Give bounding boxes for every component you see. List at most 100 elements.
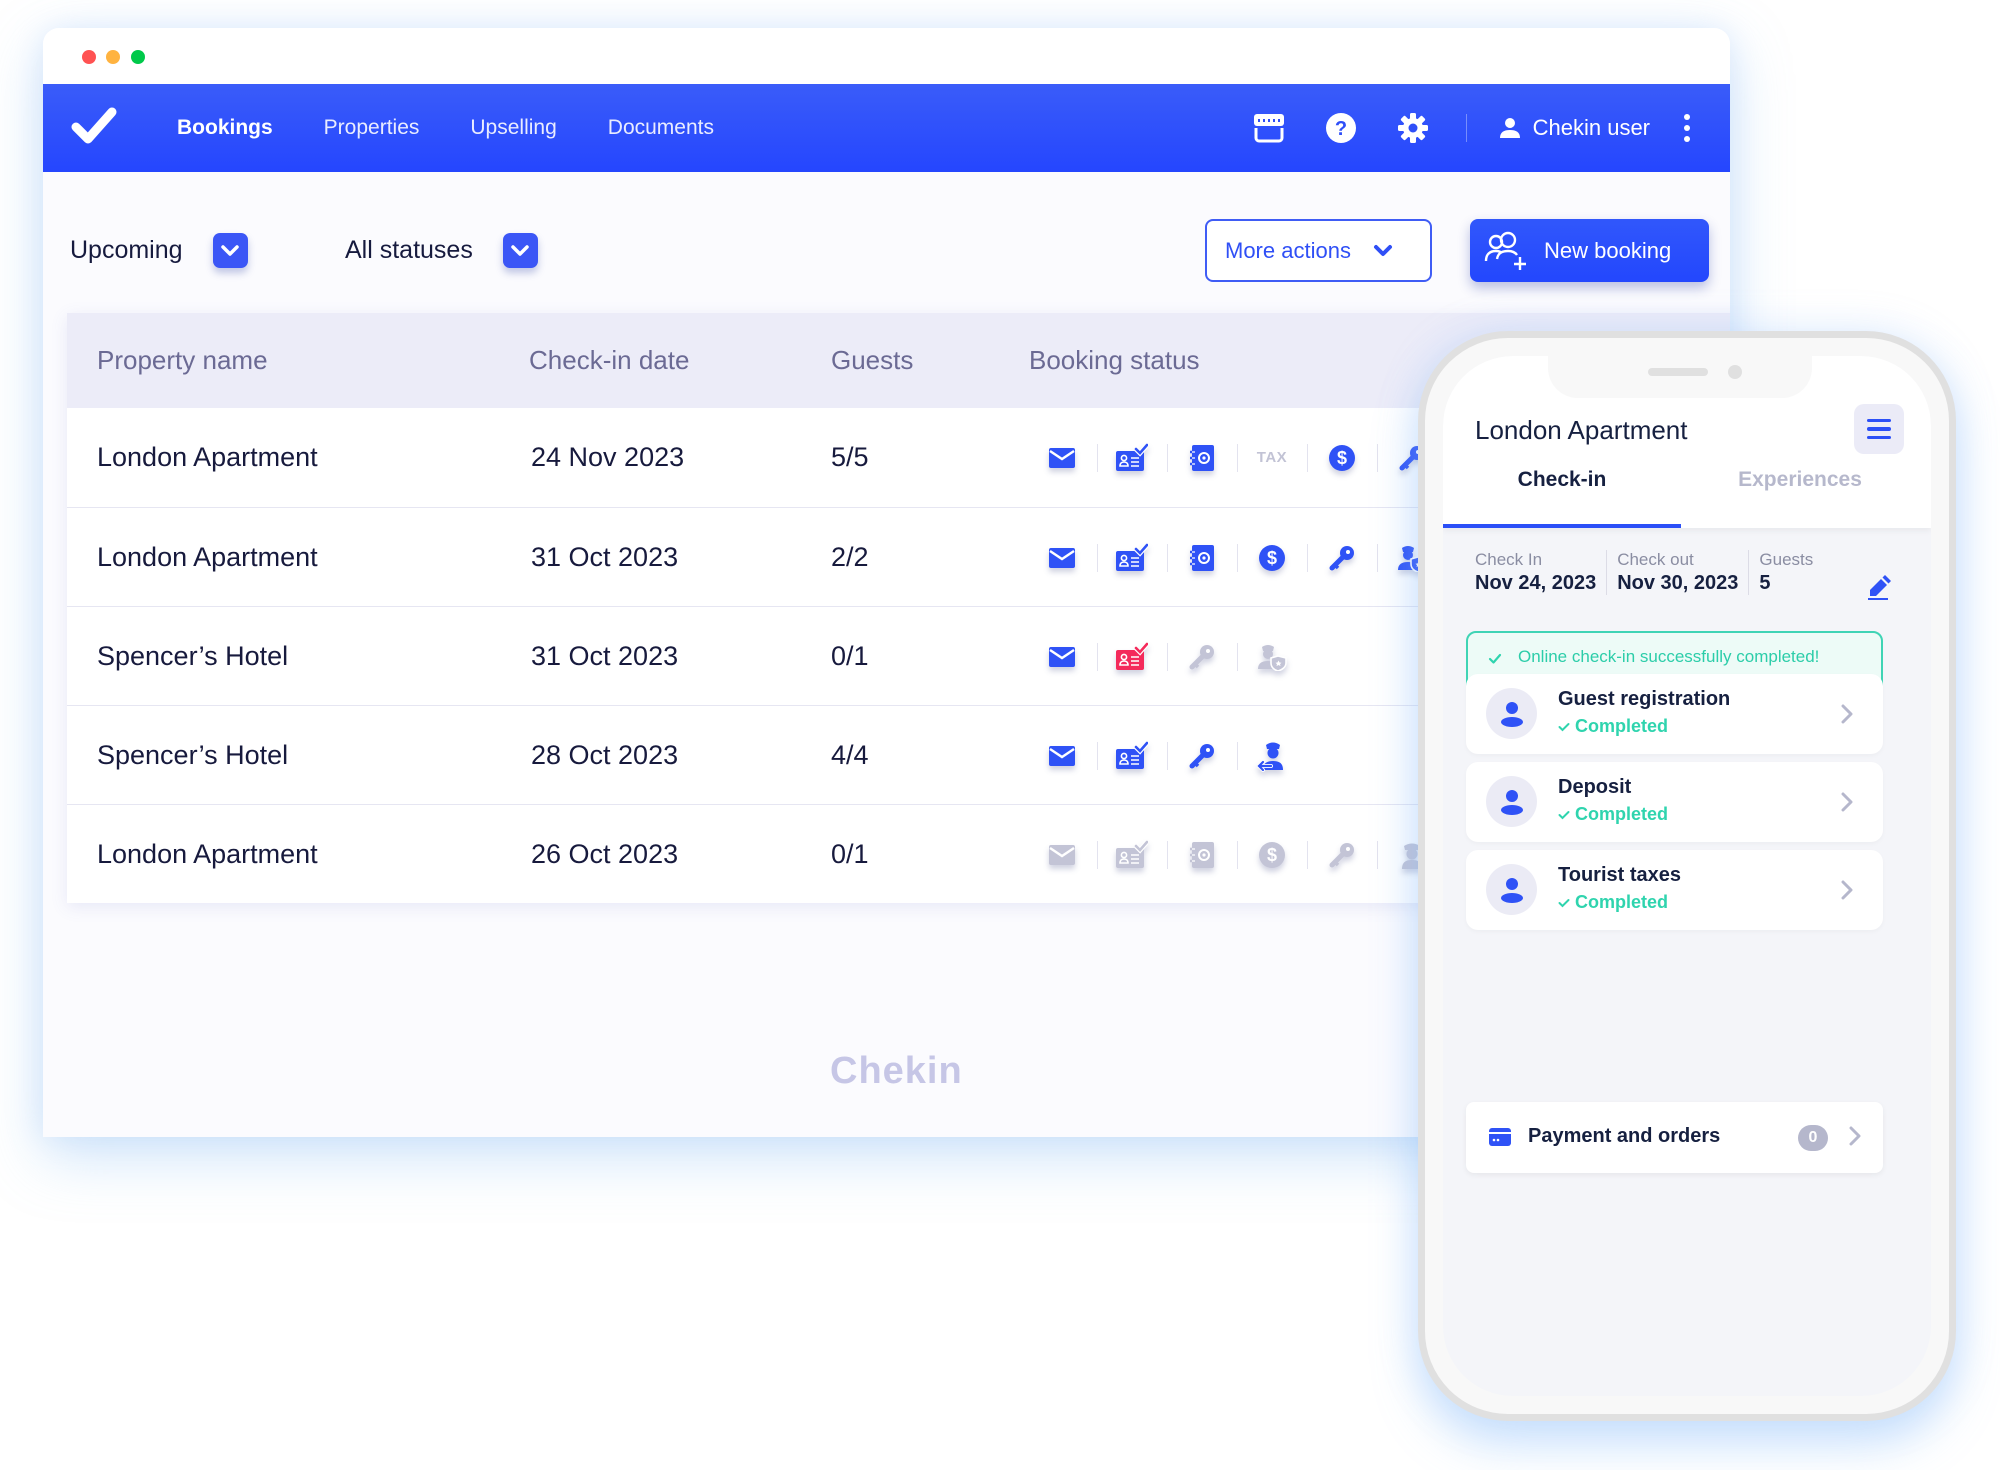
- nav-upselling[interactable]: Upselling: [470, 116, 556, 140]
- email-status-icon[interactable]: [1027, 736, 1097, 776]
- more-actions-button[interactable]: More actions: [1205, 219, 1432, 282]
- id-card-status-icon[interactable]: [1097, 538, 1167, 578]
- more-menu-icon[interactable]: [1684, 114, 1692, 142]
- avatar: [1486, 776, 1537, 827]
- column-header-checkin[interactable]: Check-in date: [529, 345, 689, 376]
- guests-label: Guests: [1759, 550, 1814, 569]
- id-card-status-icon[interactable]: [1097, 736, 1167, 776]
- tax-status-icon[interactable]: TAX: [1237, 438, 1307, 478]
- nav-properties[interactable]: Properties: [324, 116, 420, 140]
- safe-status-icon[interactable]: [1167, 538, 1237, 578]
- svg-text:$: $: [1267, 845, 1277, 865]
- task-card[interactable]: Deposit Completed: [1466, 762, 1883, 842]
- safe-status-icon[interactable]: [1167, 835, 1237, 875]
- property-name[interactable]: London Apartment: [97, 408, 318, 507]
- edit-pencil-icon[interactable]: [1867, 574, 1891, 605]
- booking-status-icons: TAX $: [1027, 408, 1447, 507]
- navbar-divider: [1465, 114, 1467, 142]
- checkin-info: Check In Nov 24, 2023: [1475, 550, 1608, 595]
- checkin-date: 28 Oct 2023: [531, 740, 679, 770]
- guest-count: 4/4: [831, 740, 869, 770]
- key-status-icon[interactable]: [1307, 538, 1377, 578]
- user-menu[interactable]: Chekin user: [1499, 115, 1650, 141]
- task-card[interactable]: Guest registration Completed: [1466, 674, 1883, 754]
- checkin-date: 24 Nov 2023: [531, 442, 685, 472]
- booking-summary: Check In Nov 24, 2023 Check out Nov 30, …: [1475, 550, 1833, 595]
- window-close-button[interactable]: [82, 50, 96, 64]
- new-booking-button[interactable]: New booking: [1470, 219, 1709, 282]
- dollar-status-icon[interactable]: $: [1237, 835, 1307, 875]
- task-card[interactable]: Tourist taxes Completed: [1466, 850, 1883, 930]
- task-status-label: Completed: [1575, 892, 1669, 912]
- period-filter[interactable]: Upcoming: [70, 233, 248, 268]
- new-booking-label: New booking: [1544, 237, 1672, 263]
- checkout-value: Nov 30, 2023: [1617, 572, 1739, 594]
- property-name[interactable]: London Apartment: [97, 508, 318, 607]
- email-status-icon[interactable]: [1027, 637, 1097, 677]
- guests-value: 5: [1759, 572, 1771, 594]
- tab-experiences[interactable]: Experiences: [1681, 468, 1919, 492]
- window-minimize-button[interactable]: [106, 50, 120, 64]
- status-filter[interactable]: All statuses: [345, 233, 538, 268]
- add-guests-icon: [1484, 231, 1526, 270]
- svg-text:$: $: [1267, 548, 1277, 568]
- dollar-status-icon[interactable]: $: [1237, 538, 1307, 578]
- email-status-icon[interactable]: [1027, 438, 1097, 478]
- guest-count: 2/2: [831, 542, 869, 572]
- property-name[interactable]: Spencer’s Hotel: [97, 607, 288, 706]
- safe-status-icon[interactable]: [1167, 438, 1237, 478]
- checkin-value: Nov 24, 2023: [1475, 572, 1597, 594]
- checkin-label: Check In: [1475, 550, 1543, 569]
- check-icon: [1488, 653, 1502, 664]
- help-icon[interactable]: ?: [1324, 111, 1358, 145]
- id-card-status-icon[interactable]: [1097, 835, 1167, 875]
- window-maximize-button[interactable]: [131, 50, 145, 64]
- chevron-down-icon[interactable]: [502, 233, 538, 268]
- column-header-property[interactable]: Property name: [97, 345, 268, 376]
- gear-icon[interactable]: [1396, 111, 1430, 145]
- check-icon: [1558, 899, 1570, 908]
- store-icon[interactable]: [1252, 111, 1286, 145]
- email-status-icon[interactable]: [1027, 538, 1097, 578]
- task-status: Completed: [1558, 716, 1668, 737]
- id-card-status-icon[interactable]: [1097, 637, 1167, 677]
- task-name: Guest registration: [1558, 688, 1731, 710]
- key-status-icon[interactable]: [1167, 736, 1237, 776]
- booking-status-icons: [1027, 706, 1307, 805]
- police-transfer-status-icon[interactable]: [1237, 736, 1307, 776]
- window-titlebar: [43, 28, 1730, 84]
- task-name: Deposit: [1558, 776, 1632, 798]
- column-header-guests[interactable]: Guests: [831, 345, 913, 376]
- tab-check-in[interactable]: Check-in: [1443, 468, 1681, 528]
- dollar-status-icon[interactable]: $: [1307, 438, 1377, 478]
- user-name: Chekin user: [1532, 115, 1650, 140]
- chekin-logo-icon[interactable]: [71, 106, 117, 146]
- booking-status-icons: $: [1027, 805, 1447, 904]
- task-status-label: Completed: [1575, 716, 1669, 736]
- phone-mockup: London Apartment Check-in Experiences Ch…: [1418, 331, 1956, 1421]
- navbar-actions: ? Chekin user: [1214, 84, 1692, 172]
- booking-status-icons: $: [1027, 508, 1447, 607]
- nav-documents[interactable]: Documents: [608, 116, 714, 140]
- chevron-right-icon: [1849, 1126, 1861, 1146]
- svg-text:?: ?: [1335, 118, 1347, 140]
- checkin-date: 31 Oct 2023: [531, 641, 679, 671]
- key-status-icon[interactable]: [1167, 637, 1237, 677]
- property-name[interactable]: London Apartment: [97, 805, 318, 904]
- hamburger-menu-icon[interactable]: [1854, 404, 1904, 454]
- more-actions-label: More actions: [1225, 237, 1351, 263]
- credit-card-icon: [1489, 1128, 1511, 1146]
- email-status-icon[interactable]: [1027, 835, 1097, 875]
- checkin-date: 31 Oct 2023: [531, 542, 679, 572]
- police-shield-status-icon[interactable]: [1237, 637, 1307, 677]
- chevron-down-icon[interactable]: [212, 233, 248, 268]
- id-card-status-icon[interactable]: [1097, 438, 1167, 478]
- main-nav: Bookings Properties Upselling Documents: [177, 84, 765, 172]
- nav-bookings[interactable]: Bookings: [177, 116, 273, 140]
- key-status-icon[interactable]: [1307, 835, 1377, 875]
- task-status-label: Completed: [1575, 804, 1669, 824]
- svg-text:$: $: [1337, 448, 1347, 468]
- payment-orders-label: Payment and orders: [1528, 1125, 1721, 1147]
- property-name[interactable]: Spencer’s Hotel: [97, 706, 288, 805]
- payment-orders-row[interactable]: Payment and orders 0: [1466, 1102, 1883, 1173]
